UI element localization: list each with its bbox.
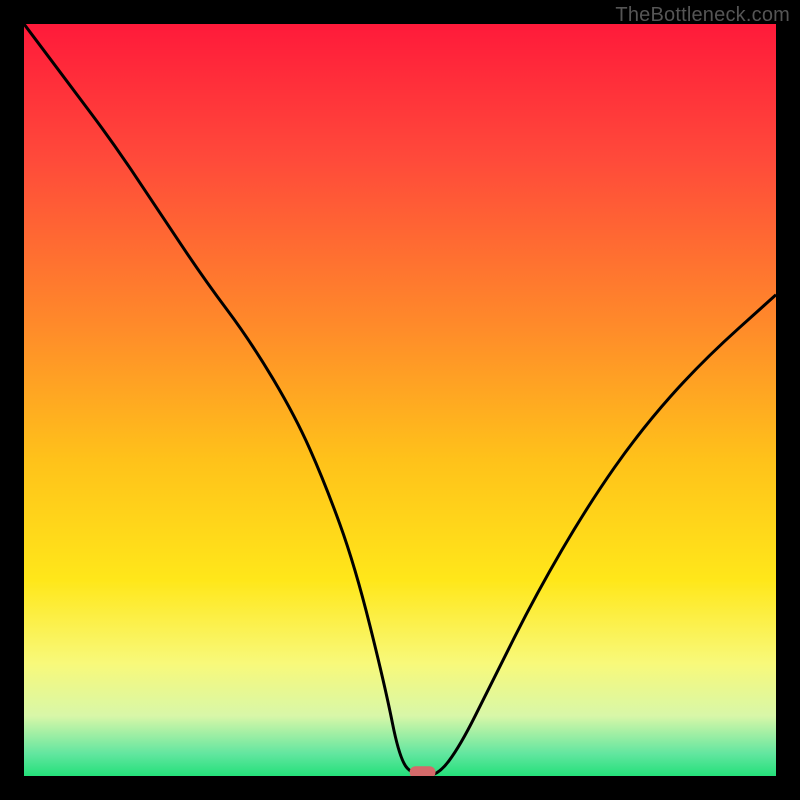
plot-area xyxy=(24,24,776,776)
optimum-marker xyxy=(410,766,436,776)
gradient-background xyxy=(24,24,776,776)
watermark-text: TheBottleneck.com xyxy=(615,4,790,27)
plot-svg xyxy=(24,24,776,776)
chart-frame: TheBottleneck.com xyxy=(0,0,800,800)
